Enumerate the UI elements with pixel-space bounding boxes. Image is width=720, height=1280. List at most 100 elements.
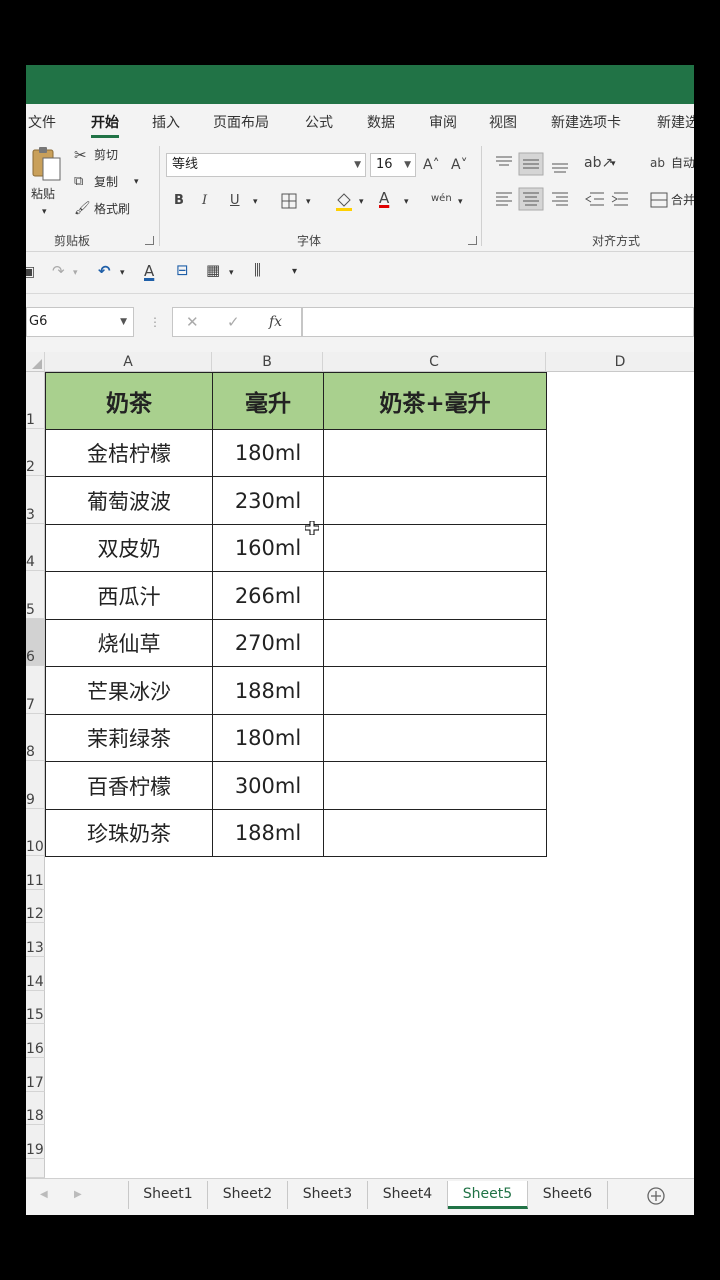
row-header[interactable] (26, 1159, 45, 1178)
sheet-tab[interactable]: Sheet1 (128, 1181, 208, 1209)
copy-dropdown-icon[interactable]: ▾ (134, 174, 139, 190)
sheet-tab[interactable]: Sheet4 (368, 1181, 448, 1209)
column-header-c[interactable]: C (323, 352, 546, 372)
row-header[interactable]: 11 (26, 856, 45, 890)
combined-cell[interactable] (323, 809, 547, 857)
horizontal-align-icons[interactable] (494, 187, 574, 211)
shrink-font-icon[interactable]: A˅ (451, 156, 468, 174)
undo-icon[interactable]: ↶ (98, 262, 111, 280)
font-size-select[interactable]: 16 ▼ (370, 153, 416, 177)
copy-icon[interactable]: ⧉ (74, 173, 83, 191)
save-icon[interactable]: ▣ (26, 263, 35, 281)
italic-button[interactable]: I (202, 192, 207, 210)
combined-cell[interactable] (323, 761, 547, 810)
row-height-icon[interactable]: ⊟ (176, 261, 189, 279)
font-launcher-icon[interactable] (468, 236, 477, 245)
phonetic-icon[interactable]: wén (431, 190, 452, 208)
tab-insert[interactable]: 插入 (152, 112, 180, 132)
name-cell[interactable]: 百香柠檬 (45, 761, 213, 810)
grow-font-icon[interactable]: A˄ (423, 156, 440, 174)
tab-file[interactable]: 文件 (28, 112, 56, 132)
font-color-qat-icon[interactable]: A (144, 262, 154, 280)
font-color-dropdown-icon[interactable]: ▾ (404, 194, 409, 210)
confirm-icon[interactable]: ✓ (227, 313, 240, 331)
row-header-selected[interactable]: 6 (26, 619, 45, 666)
name-cell[interactable]: 双皮奶 (45, 524, 213, 572)
row-header[interactable]: 17 (26, 1058, 45, 1092)
redo-icon[interactable]: ↷ (52, 262, 65, 280)
row-header[interactable]: 2 (26, 429, 45, 476)
combined-cell[interactable] (323, 524, 547, 572)
sheet-tab-active[interactable]: Sheet5 (448, 1181, 528, 1209)
paste-dropdown-icon[interactable]: ▾ (42, 204, 47, 220)
name-cell[interactable]: 茉莉绿茶 (45, 714, 213, 762)
bold-button[interactable]: B (174, 192, 184, 210)
font-color-icon[interactable]: A (379, 189, 389, 207)
distribute-icon[interactable]: ⫼ (254, 261, 261, 279)
wrap-text-icon[interactable]: ab (650, 154, 665, 172)
paste-icon[interactable] (31, 146, 63, 182)
insert-function-icon[interactable]: fx (269, 313, 282, 331)
header-cell-combined[interactable]: 奶茶+毫升 (323, 372, 547, 430)
table-format-icon[interactable]: ▦ (206, 261, 220, 279)
name-cell[interactable]: 珍珠奶茶 (45, 809, 213, 857)
name-cell[interactable]: 烧仙草 (45, 619, 213, 667)
combined-cell[interactable] (323, 429, 547, 477)
name-cell[interactable]: 葡萄波波 (45, 476, 213, 525)
fill-color-dropdown-icon[interactable]: ▾ (359, 194, 364, 210)
ml-cell[interactable]: 188ml (212, 666, 324, 715)
indent-icons[interactable] (584, 190, 634, 208)
row-header[interactable]: 7 (26, 666, 45, 714)
sheet-tab[interactable]: Sheet2 (208, 1181, 288, 1209)
border-icon[interactable] (281, 193, 297, 209)
redo-dropdown-icon[interactable]: ▾ (73, 265, 78, 281)
add-sheet-icon[interactable] (646, 1186, 666, 1206)
paste-button[interactable]: 粘贴 (31, 186, 55, 202)
tab-review[interactable]: 审阅 (429, 112, 457, 132)
copy-button[interactable]: 复制 (94, 174, 118, 190)
undo-dropdown-icon[interactable]: ▾ (120, 265, 125, 281)
underline-button[interactable]: U (230, 192, 240, 210)
sheet-tab[interactable]: Sheet6 (528, 1181, 608, 1209)
row-header[interactable]: 3 (26, 476, 45, 524)
formula-input[interactable] (302, 307, 694, 337)
vertical-align-icons[interactable] (494, 152, 574, 176)
orientation-dropdown-icon[interactable]: ▾ (611, 156, 616, 172)
ml-cell[interactable]: 230ml (212, 476, 324, 525)
combined-cell[interactable] (323, 714, 547, 762)
column-header-a[interactable]: A (45, 352, 212, 372)
header-cell-milktea[interactable]: 奶茶 (45, 372, 213, 430)
wrap-text-button[interactable]: 自动 (671, 155, 694, 171)
underline-dropdown-icon[interactable]: ▾ (253, 194, 258, 210)
ml-cell[interactable]: 180ml (212, 429, 324, 477)
format-painter-icon[interactable]: 🖌 (74, 200, 91, 218)
ml-cell[interactable]: 188ml (212, 809, 324, 857)
header-cell-ml[interactable]: 毫升 (212, 372, 324, 430)
row-header[interactable]: 9 (26, 761, 45, 809)
clipboard-launcher-icon[interactable] (145, 236, 154, 245)
format-painter-button[interactable]: 格式刷 (94, 201, 130, 217)
row-header[interactable]: 13 (26, 923, 45, 957)
tab-page-layout[interactable]: 页面布局 (213, 112, 269, 132)
row-header[interactable]: 10 (26, 809, 45, 856)
combined-cell[interactable] (323, 571, 547, 620)
font-family-select[interactable]: 等线 ▼ (166, 153, 366, 177)
row-header[interactable]: 12 (26, 890, 45, 923)
border-dropdown-icon[interactable]: ▾ (306, 194, 311, 210)
combined-cell[interactable] (323, 619, 547, 667)
ml-cell[interactable]: 270ml (212, 619, 324, 667)
cut-button[interactable]: 剪切 (94, 147, 118, 163)
ml-cell[interactable]: 180ml (212, 714, 324, 762)
merge-button[interactable]: 合并 (671, 192, 694, 208)
row-header[interactable]: 15 (26, 991, 45, 1024)
tab-new-tab[interactable]: 新建选项卡 (551, 112, 621, 132)
row-header[interactable]: 19 (26, 1125, 45, 1159)
combined-cell[interactable] (323, 666, 547, 715)
combined-cell[interactable] (323, 476, 547, 525)
column-header-d[interactable]: D (546, 352, 694, 372)
customize-qat-icon[interactable]: ▾ (292, 264, 297, 280)
name-cell[interactable]: 西瓜汁 (45, 571, 213, 620)
cancel-icon[interactable]: ✕ (186, 313, 199, 331)
row-header[interactable]: 16 (26, 1024, 45, 1058)
prev-sheet-icon[interactable]: ◀ (40, 1187, 48, 1203)
